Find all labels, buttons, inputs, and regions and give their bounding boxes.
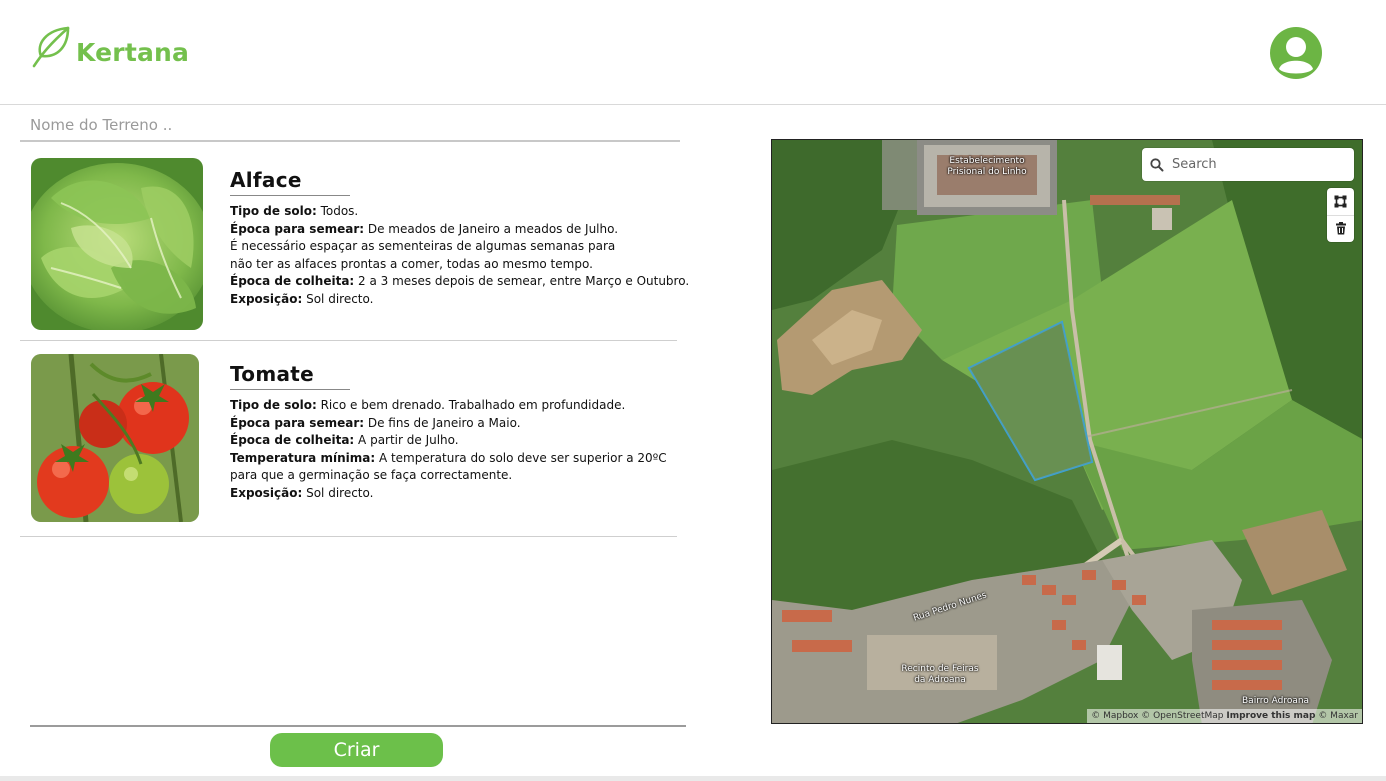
- satellite-map[interactable]: Estabelecimento Prisional do Linho Rua P…: [771, 139, 1363, 724]
- polygon-draw-icon: [1334, 195, 1347, 208]
- plant-name: Alface: [230, 168, 350, 196]
- plant-card-tomate[interactable]: Tomate Tipo de solo: Rico e bem drenado.…: [20, 342, 677, 537]
- plant-detail-line: É necessário espaçar as sementeiras de a…: [230, 239, 616, 253]
- lettuce-image: [31, 158, 203, 330]
- user-avatar-icon[interactable]: [1270, 27, 1322, 79]
- draw-polygon-button[interactable]: [1327, 188, 1354, 216]
- plant-info-tomate: Tomate Tipo de solo: Rico e bem drenado.…: [230, 362, 680, 502]
- terrain-name-input[interactable]: [20, 110, 680, 142]
- search-icon: [1150, 157, 1164, 171]
- plant-detail-line: Tipo de solo: Todos.: [230, 204, 359, 218]
- plant-detail-line: Época de colheita: 2 a 3 meses depois de…: [230, 274, 690, 288]
- improve-map-link[interactable]: Improve this map: [1226, 711, 1315, 721]
- map-label-prison: Estabelecimento Prisional do Linho: [947, 156, 1027, 177]
- delete-polygon-button[interactable]: [1327, 215, 1354, 242]
- osm-attribution-link[interactable]: © OpenStreetMap: [1141, 711, 1223, 721]
- plant-detail-line: não ter as alfaces prontas a comer, toda…: [230, 256, 593, 271]
- map-label-neighborhood: Bairro Adroana: [1242, 696, 1310, 706]
- map-search-box[interactable]: [1142, 148, 1354, 181]
- plant-detail-line: para que a germinação se faça correctame…: [230, 468, 513, 482]
- plant-info-alface: Alface Tipo de solo: Todos. Época para s…: [230, 168, 690, 308]
- plant-detail-line: Exposição: Sol directo.: [230, 291, 374, 306]
- plant-card-alface[interactable]: Alface Tipo de solo: Todos. Época para s…: [20, 148, 690, 341]
- plant-detail-line: Época para semear: De meados de Janeiro …: [230, 221, 619, 236]
- plant-detail-line: Época para semear: De fins de Janeiro a …: [230, 415, 521, 430]
- plant-detail-line: Exposição: Sol directo.: [230, 485, 374, 500]
- map-search-input[interactable]: [1170, 156, 1344, 173]
- kertana-logo[interactable]: Kertana: [28, 24, 189, 70]
- create-button[interactable]: Criar: [270, 733, 443, 767]
- map-draw-toolbar: [1327, 188, 1354, 242]
- footer-bar: [0, 776, 1386, 781]
- plant-detail-line: Tipo de solo: Rico e bem drenado. Trabal…: [230, 398, 626, 412]
- trash-icon: [1335, 222, 1346, 235]
- logo-text: Kertana: [76, 37, 190, 67]
- map-label-fair: Recinto de Feiras da Adroana: [901, 664, 979, 685]
- plant-detail-line: Temperatura mínima: A temperatura do sol…: [230, 450, 667, 465]
- plant-name: Tomate: [230, 362, 350, 390]
- map-imagery: [772, 140, 1362, 723]
- map-attribution: © Mapbox © OpenStreetMap Improve this ma…: [1087, 709, 1362, 723]
- bottom-divider: [30, 725, 686, 727]
- tomato-image: [31, 354, 199, 522]
- maxar-attribution-link[interactable]: © Maxar: [1318, 711, 1358, 721]
- leaf-icon: [32, 26, 70, 68]
- plant-detail-line: Época de colheita: A partir de Julho.: [230, 433, 459, 447]
- app-header: Kertana: [0, 0, 1386, 105]
- mapbox-attribution-link[interactable]: © Mapbox: [1091, 711, 1138, 721]
